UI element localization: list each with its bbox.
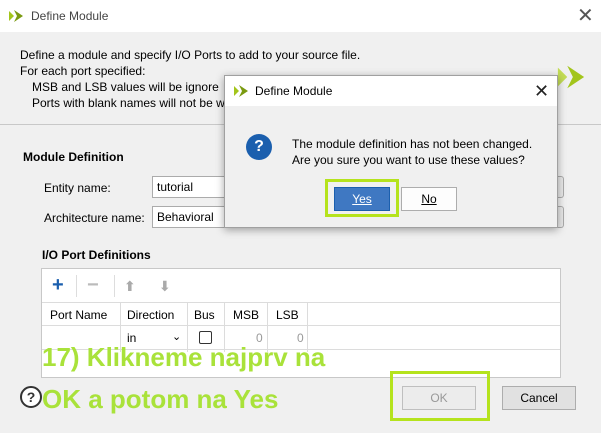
dialog-message-line-2: Are you sure you want to use these value…	[292, 153, 525, 167]
ok-button-highlight	[390, 371, 490, 421]
no-button-label: No	[421, 192, 437, 206]
help-icon[interactable]: ?	[20, 386, 42, 408]
dialog-title-bar: Define Module ✕	[225, 76, 557, 106]
entity-name-label: Entity name:	[44, 181, 111, 195]
column-header-bus: Bus	[194, 308, 215, 322]
add-port-button[interactable]: +	[52, 275, 64, 295]
move-down-button[interactable]: ⬇	[159, 279, 171, 293]
close-icon[interactable]: ✕	[577, 6, 594, 26]
dialog-message-line-1: The module definition has not been chang…	[292, 137, 533, 151]
confirm-dialog: Define Module ✕ ? The module definition …	[224, 75, 558, 228]
yes-button-label: Yes	[352, 192, 372, 206]
remove-port-button[interactable]: −	[87, 275, 99, 295]
vivado-watermark-icon	[556, 62, 586, 95]
column-header-direction: Direction	[127, 308, 175, 322]
vivado-logo-icon	[233, 83, 249, 99]
column-header-msb: MSB	[233, 308, 260, 322]
description-line-2: For each port specified:	[20, 64, 146, 78]
toolbar-divider	[114, 275, 115, 297]
description-line-1: Define a module and specify I/O Ports to…	[20, 48, 361, 62]
module-definition-heading: Module Definition	[23, 150, 124, 164]
dialog-title: Define Module	[255, 84, 333, 98]
toolbar-divider	[76, 275, 77, 297]
description-line-3: MSB and LSB values will be ignore	[32, 80, 219, 94]
annotation-line-2: OK a potom na Yes	[42, 384, 279, 414]
question-icon: ?	[246, 134, 272, 160]
io-port-heading: I/O Port Definitions	[42, 248, 151, 262]
no-button[interactable]: No	[401, 187, 457, 211]
yes-button[interactable]: Yes	[334, 187, 390, 211]
window-title: Define Module	[31, 9, 109, 23]
column-header-lsb: LSB	[276, 308, 299, 322]
entity-name-field[interactable]: tutorial	[152, 176, 228, 198]
window-title-bar: Define Module ✕	[0, 0, 601, 32]
column-header-port-name: Port Name	[50, 308, 108, 322]
dialog-close-icon[interactable]: ✕	[534, 81, 549, 101]
vivado-logo-icon	[8, 8, 24, 24]
description-line-4: Ports with blank names will not be w	[32, 96, 225, 110]
architecture-name-field[interactable]: Behavioral	[152, 206, 228, 228]
cancel-button[interactable]: Cancel	[502, 386, 576, 410]
annotation-line-1: 17) Klikneme najprv na	[42, 342, 326, 372]
move-up-button[interactable]: ⬆	[124, 279, 136, 293]
architecture-name-label: Architecture name:	[44, 211, 145, 225]
